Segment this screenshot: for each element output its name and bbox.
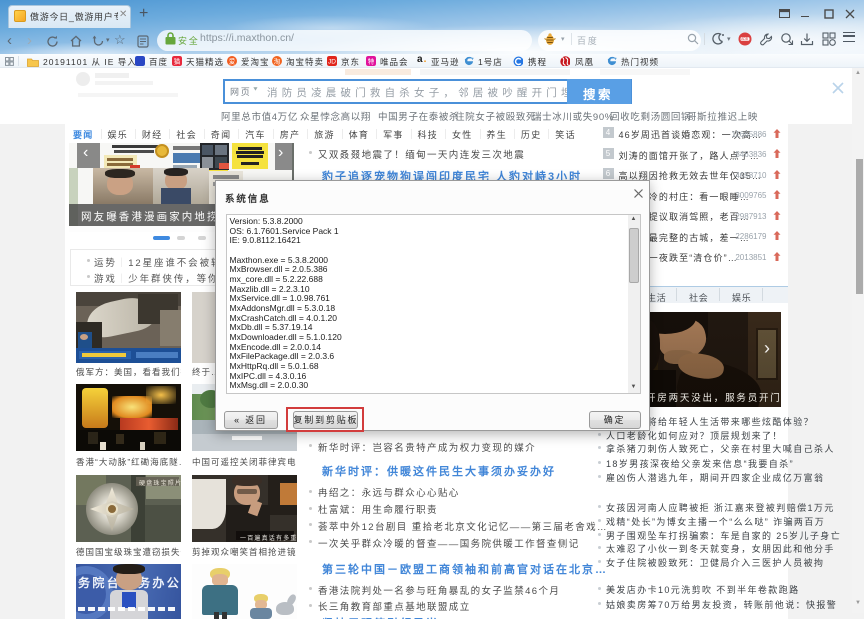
svg-text:爱: 爱 <box>229 58 236 66</box>
svg-text:特: 特 <box>368 57 375 66</box>
svg-text:淘: 淘 <box>274 57 281 66</box>
svg-text:JD: JD <box>328 59 336 66</box>
svg-text:猫: 猫 <box>174 57 181 66</box>
svg-text:ADB: ADB <box>741 37 749 41</box>
